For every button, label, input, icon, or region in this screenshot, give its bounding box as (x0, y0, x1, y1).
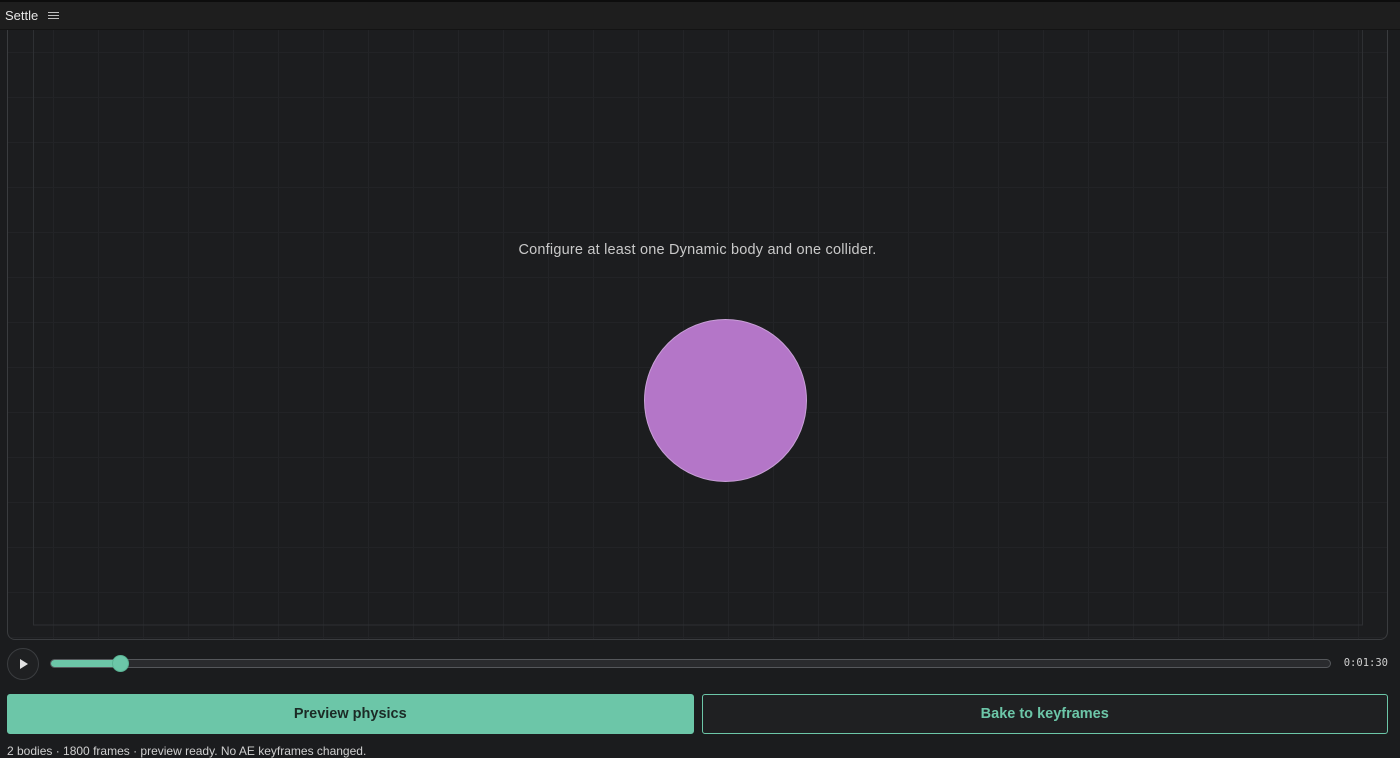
timeline-scrubber[interactable] (50, 655, 1331, 672)
stage-message: Configure at least one Dynamic body and … (518, 242, 877, 258)
dynamic-body-circle[interactable] (644, 319, 807, 482)
timeline-progress (51, 660, 122, 667)
status-line: 2 bodies · 1800 frames · preview ready. … (7, 744, 367, 758)
action-buttons: Preview physics Bake to keyframes (7, 694, 1388, 734)
physics-stage[interactable]: Configure at least one Dynamic body and … (7, 30, 1388, 640)
play-icon (20, 659, 28, 669)
panel-title: Settle (5, 8, 39, 23)
timeline-thumb[interactable] (112, 655, 130, 672)
transport-bar: 0:01:30 (0, 646, 1400, 682)
panel-header: Settle (0, 0, 1400, 30)
hamburger-menu-icon[interactable] (48, 11, 60, 20)
bake-to-keyframes-button[interactable]: Bake to keyframes (701, 694, 1388, 734)
timecode: 0:01:30 (1343, 657, 1388, 669)
play-button[interactable] (7, 648, 39, 680)
preview-physics-button[interactable]: Preview physics (7, 694, 694, 734)
